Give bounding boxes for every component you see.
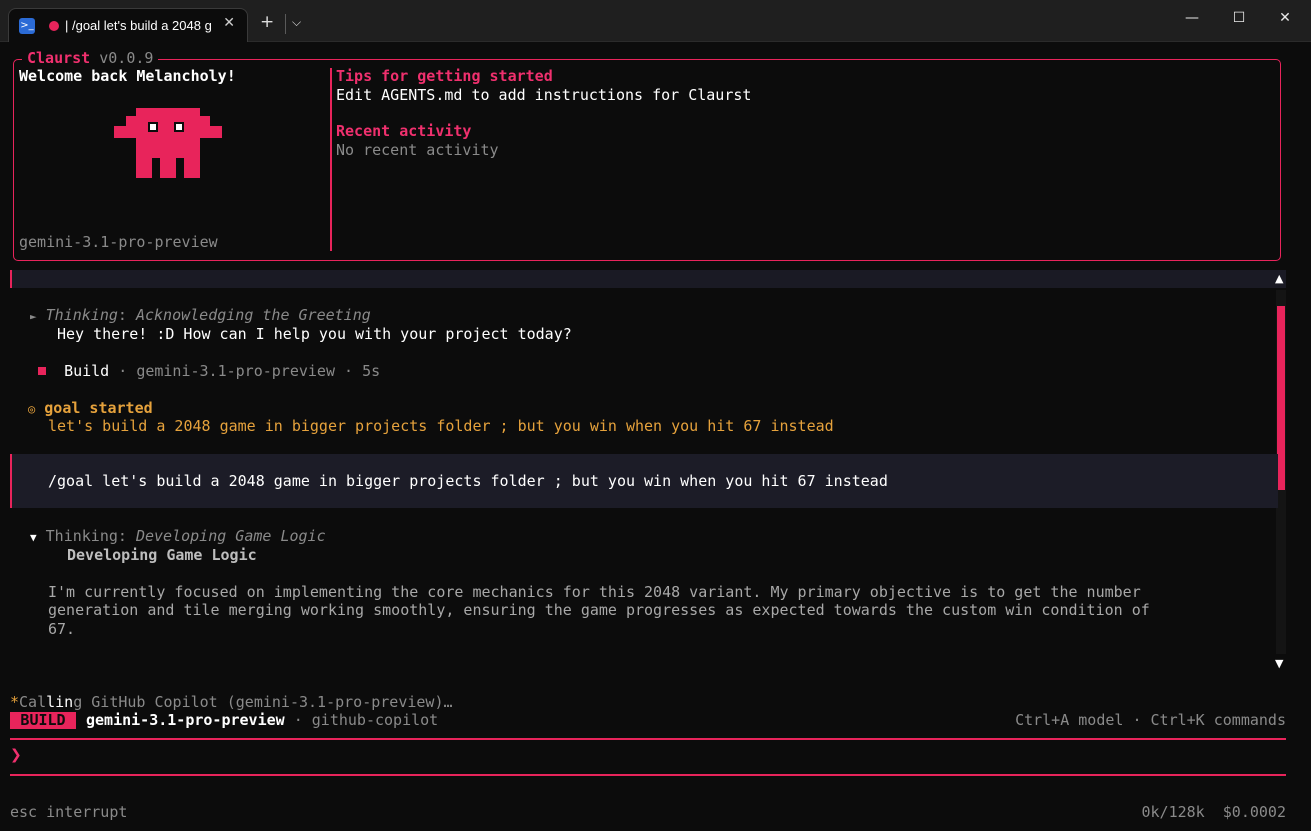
model-status: gemini-3.1-pro-preview · github-copilot (86, 711, 439, 729)
goal-title: goal started (44, 399, 153, 417)
thinking-heading: Developing Game Logic (67, 546, 257, 564)
thinking-topic: Developing Game Logic (126, 527, 326, 545)
panel-title: Claurst v0.0.9 (22, 49, 159, 68)
input-top-border (10, 738, 1286, 740)
app-name: Claurst (27, 49, 91, 67)
message-separator (10, 270, 1286, 288)
goal-header: ◎ goal started (28, 399, 153, 418)
tab-title: | /goal let's build a 2048 g (65, 18, 212, 33)
thinking-label: Thinking (45, 527, 118, 545)
minimize-icon[interactable]: — (1180, 10, 1204, 32)
build-model: gemini-3.1-pro-preview (136, 362, 335, 380)
interrupt-hint: esc interrupt (10, 803, 128, 821)
recent-title: Recent activity (336, 122, 472, 140)
shortcut-hints: Ctrl+A model · Ctrl+K commands (1015, 711, 1286, 729)
terminal-tab[interactable]: >_ | /goal let's build a 2048 g ✕ (8, 8, 248, 42)
recent-text: No recent activity (336, 141, 499, 159)
maximize-icon[interactable]: ☐ (1227, 10, 1251, 32)
spinner-icon: * (10, 693, 20, 711)
prompt-input[interactable] (30, 748, 1270, 767)
build-duration: 5s (362, 362, 381, 380)
tab-separator (285, 14, 286, 34)
claurst-tab-icon (49, 20, 59, 31)
tips-text: Edit AGENTS.md to add instructions for C… (336, 86, 752, 104)
build-square-icon (38, 366, 46, 375)
prompt-caret-icon: ❯ (10, 747, 22, 763)
status-model[interactable]: gemini-3.1-pro-preview (86, 711, 285, 729)
app-version: v0.0.9 (99, 49, 154, 67)
window-close-icon[interactable]: ✕ (1273, 10, 1297, 32)
assistant-reply: Hey there! :D How can I help you with yo… (57, 325, 572, 343)
scroll-up-icon[interactable]: ▲ (1275, 272, 1283, 285)
calling-status: *Calling GitHub Copilot (gemini-3.1-pro-… (10, 693, 453, 711)
user-message-text: /goal let's build a 2048 game in bigger … (48, 472, 888, 490)
mode-badge[interactable]: BUILD (10, 712, 76, 729)
build-status-line: Build · gemini-3.1-pro-preview · 5s (38, 362, 380, 381)
expand-arrow-icon: ► (30, 310, 37, 323)
usage-summary: 0k/128k $0.0002 (1000, 803, 1287, 822)
status-provider: github-copilot (311, 711, 439, 729)
thinking-body-line-3: 67. (48, 620, 76, 638)
goal-text: let's build a 2048 game in bigger projec… (48, 417, 834, 435)
title-bar: >_ | /goal let's build a 2048 g ✕ + ⌵ — … (0, 0, 1311, 42)
thinking-toggle-1[interactable]: ► Thinking: Acknowledging the Greeting (30, 306, 371, 325)
thinking-body-line-2: generation and tile merging working smoo… (48, 601, 1150, 619)
new-tab-icon[interactable]: + (260, 12, 274, 32)
panel-divider (330, 68, 332, 251)
header-model: gemini-3.1-pro-preview (19, 233, 218, 251)
thinking-toggle-2[interactable]: ▼ Thinking: Developing Game Logic (30, 527, 326, 546)
powershell-icon: >_ (19, 17, 35, 34)
goal-target-icon: ◎ (28, 402, 36, 416)
welcome-text: Welcome back Melancholy! (19, 67, 236, 85)
thinking-topic: Acknowledging the Greeting (126, 306, 371, 324)
tab-close-icon[interactable]: ✕ (223, 15, 235, 31)
input-bottom-border (10, 774, 1286, 776)
scrollbar-thumb[interactable] (1277, 306, 1285, 490)
build-label: Build (64, 362, 110, 380)
tips-title: Tips for getting started (336, 67, 553, 85)
chevron-down-icon[interactable]: ⌵ (292, 15, 301, 30)
collapse-arrow-icon: ▼ (30, 531, 37, 544)
mascot-icon (114, 108, 222, 178)
thinking-label: Thinking (45, 306, 118, 324)
token-usage: 0k/128k (1141, 803, 1205, 821)
thinking-body-line-1: I'm currently focused on implementing th… (48, 583, 1141, 601)
scroll-down-icon[interactable]: ▼ (1275, 657, 1283, 670)
session-cost: $0.0002 (1222, 803, 1286, 821)
